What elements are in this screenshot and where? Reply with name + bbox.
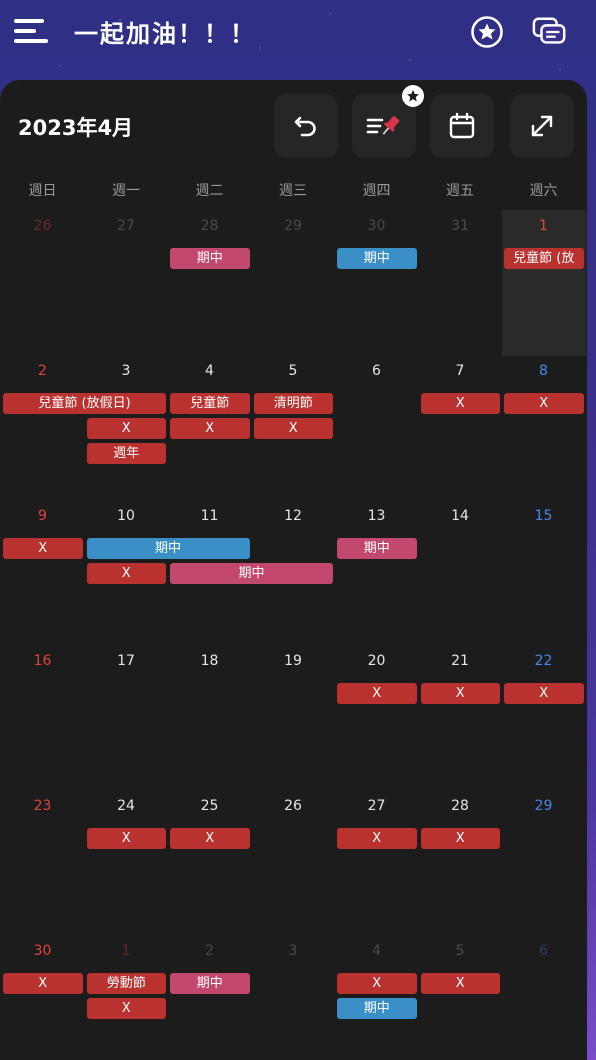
app-title: 一起加油！！！ [74,20,256,48]
calendar-event[interactable]: X [337,683,417,704]
day-number[interactable]: 3 [85,361,168,381]
day-number[interactable]: 7 [419,361,502,381]
day-number[interactable]: 4 [168,361,251,381]
day-number[interactable]: 29 [502,796,585,816]
expand-button[interactable] [510,94,574,158]
day-number[interactable]: 25 [168,796,251,816]
calendar-event[interactable]: X [86,563,166,584]
weekday-header-row: 週日 週一 週二 週三 週四 週五 週六 [0,180,587,204]
day-number[interactable]: 18 [168,651,251,671]
day-number[interactable]: 17 [85,651,168,671]
day-number[interactable]: 22 [502,651,585,671]
expand-icon [531,115,553,137]
day-number[interactable]: 1 [502,216,585,236]
calendar-event[interactable]: X [86,418,166,439]
calendar-event[interactable]: 期中 [170,973,250,994]
month-title: 2023年4月 [18,116,134,140]
calendar-event[interactable]: 兒童節 (放假日) [3,393,166,414]
weekday-label: 週二 [195,183,224,199]
calendar-event[interactable]: X [337,828,417,849]
calendar-event[interactable]: X [504,683,584,704]
day-number[interactable]: 5 [419,941,502,961]
day-number[interactable]: 4 [335,941,418,961]
calendar-event[interactable]: X [504,393,584,414]
weekday-label: 週日 [28,183,57,199]
day-number[interactable]: 2 [168,941,251,961]
calendar-event[interactable]: X [253,418,333,439]
calendar-icon [449,112,475,139]
day-number[interactable]: 9 [1,506,84,526]
calendar-event[interactable]: X [170,418,250,439]
calendar-event[interactable]: X [3,538,83,559]
weekday-label: 週五 [446,183,474,199]
day-number[interactable]: 5 [252,361,335,381]
calendar-event[interactable]: X [337,973,417,994]
undo-icon [294,116,316,137]
day-number[interactable]: 30 [1,941,84,961]
favorite-badge-icon [402,85,424,107]
day-number[interactable]: 28 [168,216,251,236]
calendar-event[interactable]: X [3,973,83,994]
weekday-label: 週四 [362,183,391,199]
pin-list-icon [366,116,400,135]
calendar-event[interactable]: 期中 [337,248,417,269]
calendar-event[interactable]: X [420,973,500,994]
calendar-event[interactable]: X [86,998,166,1019]
day-number[interactable]: 8 [502,361,585,381]
top-app-bar: 一起加油！！！ [0,0,596,78]
day-number[interactable]: 13 [335,506,418,526]
day-number[interactable]: 10 [85,506,168,526]
calendar-event[interactable]: X [170,828,250,849]
calendar-event[interactable]: 兒童節 (放 [504,248,584,269]
calendar-panel: 2023年4月 週日 週一 週二 週三 週四 週五 週六 26 27 28 29… [0,80,587,1060]
day-number[interactable]: 28 [419,796,502,816]
day-number[interactable]: 31 [419,216,502,236]
calendar-event[interactable]: 期中 [337,538,417,559]
day-number[interactable]: 27 [335,796,418,816]
day-number[interactable]: 15 [502,506,585,526]
calendar-event[interactable]: 期中 [170,248,250,269]
day-number[interactable]: 2 [1,361,84,381]
calendar-event[interactable]: 期中 [86,538,250,559]
calendar-header: 2023年4月 [0,80,587,175]
day-number[interactable]: 6 [502,941,585,961]
day-number[interactable]: 26 [252,796,335,816]
weekday-label: 週六 [529,183,558,199]
calendar-event[interactable]: 兒童節 [170,393,250,414]
day-number[interactable]: 30 [335,216,418,236]
calendar-event[interactable]: X [420,828,500,849]
day-number[interactable]: 29 [252,216,335,236]
calendar-event[interactable]: 期中 [170,563,333,584]
weekday-label: 週一 [112,183,140,199]
calendar-event[interactable]: X [420,393,500,414]
calendar-button[interactable] [430,94,494,158]
day-number[interactable]: 12 [252,506,335,526]
day-number[interactable]: 24 [85,796,168,816]
star-circle-icon[interactable] [469,14,505,50]
day-number[interactable]: 19 [252,651,335,671]
day-number[interactable]: 21 [419,651,502,671]
day-number[interactable]: 26 [1,216,84,236]
chat-bubbles-icon[interactable] [532,14,568,50]
calendar-event[interactable]: X [86,828,166,849]
day-number[interactable]: 14 [419,506,502,526]
day-number[interactable]: 27 [85,216,168,236]
day-number[interactable]: 1 [85,941,168,961]
day-number[interactable]: 20 [335,651,418,671]
day-number[interactable]: 11 [168,506,251,526]
calendar-event[interactable]: 期中 [337,998,417,1019]
calendar-event[interactable]: X [420,683,500,704]
calendar-event[interactable]: 週年 [86,443,166,464]
day-number[interactable]: 16 [1,651,84,671]
day-number[interactable]: 3 [252,941,335,961]
weekday-label: 週三 [279,183,307,199]
day-number[interactable]: 23 [1,796,84,816]
day-number[interactable]: 6 [335,361,418,381]
undo-button[interactable] [274,94,338,158]
menu-icon[interactable] [14,16,48,46]
calendar-event[interactable]: 清明節 [253,393,333,414]
calendar-event[interactable]: 勞動節 [86,973,166,994]
